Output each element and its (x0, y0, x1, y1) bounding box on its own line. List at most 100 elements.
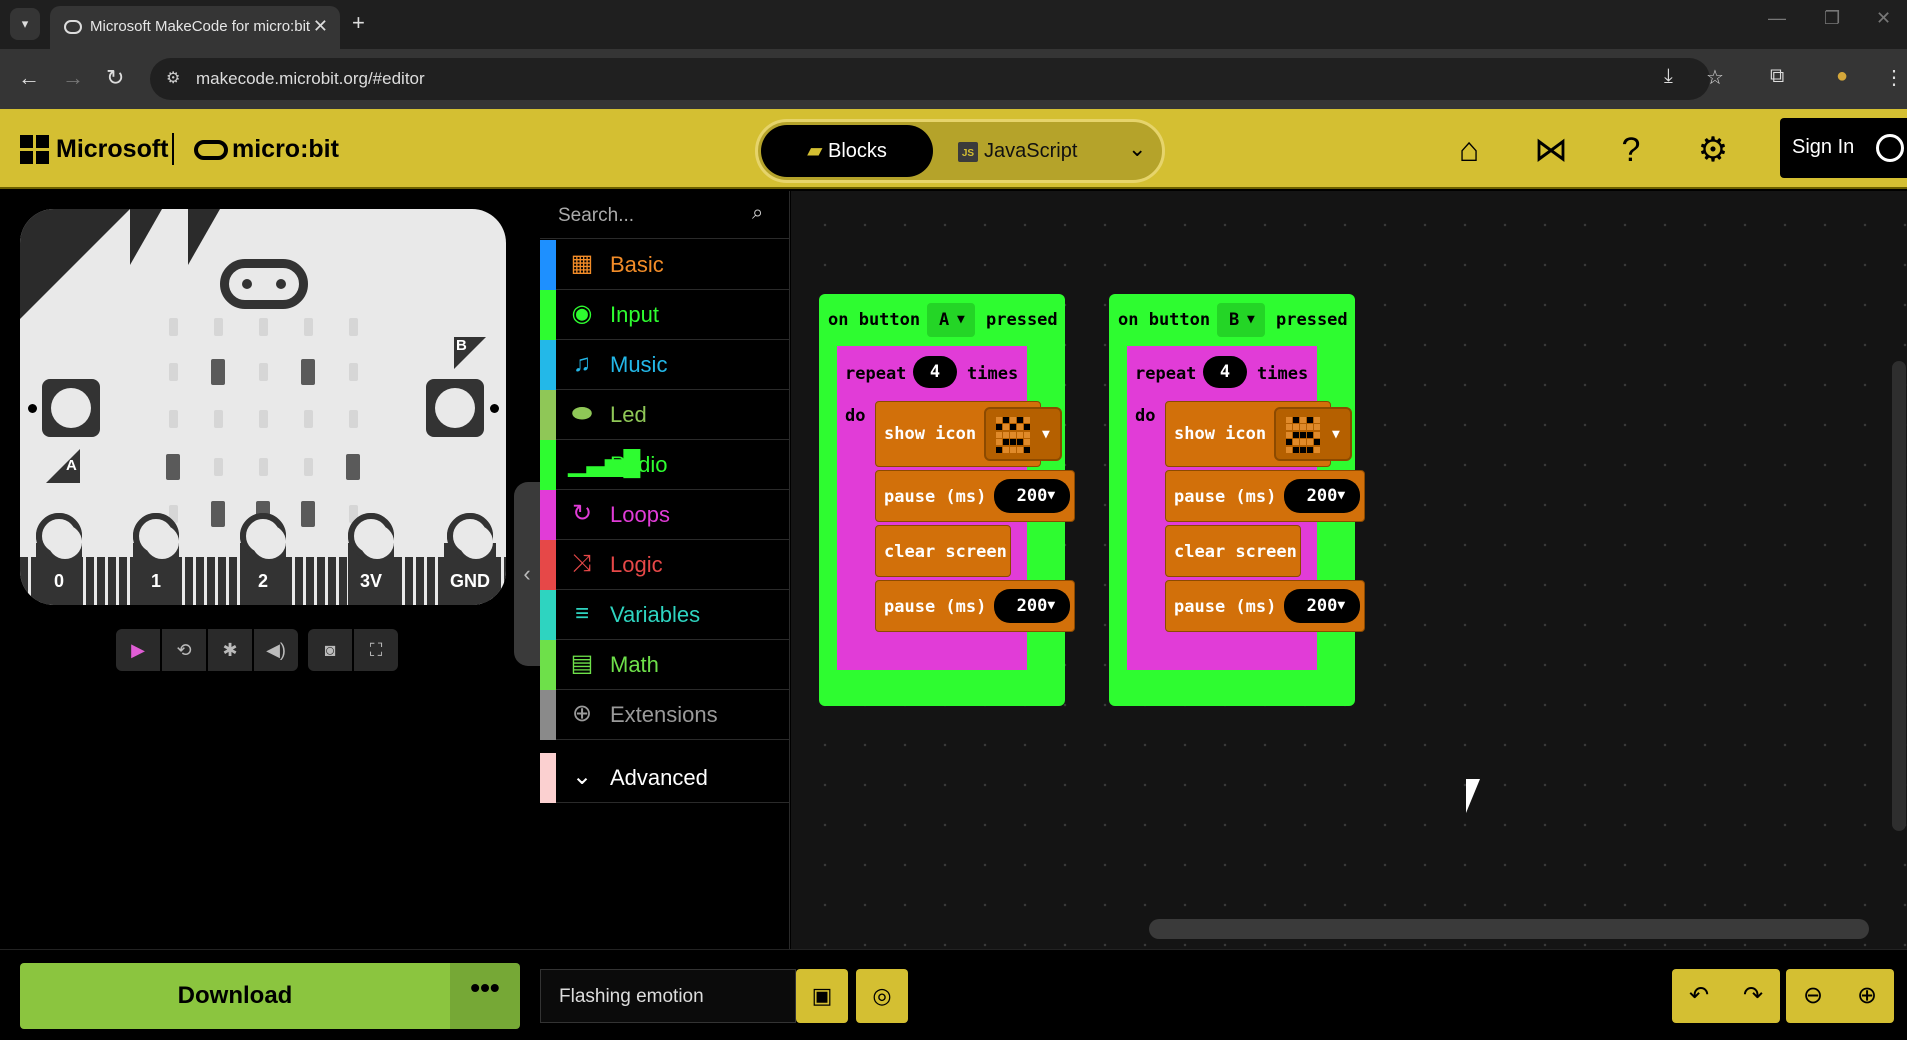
repeat-count-field[interactable]: 4 (1203, 356, 1247, 388)
settings-gear-icon[interactable]: ⚙ (1692, 129, 1734, 171)
project-name-field[interactable]: Flashing emotion (540, 969, 796, 1023)
close-window-icon[interactable]: ✕ (1876, 8, 1891, 29)
download-button[interactable]: Download (20, 963, 450, 1029)
category-variables[interactable]: ≡ Variables (540, 590, 790, 640)
extensions-icon[interactable]: ⧉ (1770, 65, 1784, 88)
restore-icon[interactable]: ❐ (1824, 8, 1840, 29)
close-tab-icon[interactable]: ✕ (313, 16, 328, 37)
show-icon-block[interactable]: show icon ▼ (875, 401, 1062, 467)
share-icon[interactable]: ⋈ (1530, 129, 1572, 171)
redo-icon[interactable]: ↷ (1726, 969, 1780, 1023)
button-a[interactable] (42, 379, 100, 437)
pause-value-dropdown[interactable]: 200 ▼ (1284, 589, 1360, 623)
category-input[interactable]: ◉ Input (540, 290, 790, 340)
reload-icon[interactable]: ↻ (106, 65, 124, 91)
zoom-in-icon[interactable]: ⊕ (1840, 969, 1894, 1023)
button-dropdown[interactable]: A ▼ (927, 303, 975, 337)
undo-icon[interactable]: ↶ (1672, 969, 1726, 1023)
restart-icon[interactable]: ⟲ (162, 629, 206, 671)
debug-bug-icon[interactable]: ✱ (208, 629, 252, 671)
pause-block[interactable]: pause (ms) 200 ▼ (875, 580, 1075, 632)
button-b[interactable] (426, 379, 484, 437)
on-button-event-block[interactable]: on button B ▼ pressed repeat 4 times do … (1109, 294, 1365, 706)
play-icon[interactable]: ▶ (116, 629, 160, 671)
sign-in-button[interactable]: Sign In (1780, 118, 1907, 178)
javascript-mode-button[interactable]: JS JavaScript (958, 125, 1077, 177)
microbit-logo-icon[interactable] (194, 140, 228, 160)
icon-picker[interactable]: ▼ (984, 407, 1062, 461)
microbit-simulator-board[interactable]: A B 0 1 2 3V GND (20, 209, 506, 605)
tab-search-button[interactable]: ▾ (10, 8, 40, 40)
screenshot-camera-icon[interactable]: ◙ (308, 629, 352, 671)
forward-icon[interactable]: → (62, 65, 84, 91)
search-input[interactable]: Search... (558, 205, 634, 227)
repeat-count-field[interactable]: 4 (913, 356, 957, 388)
microsoft-brand[interactable]: Microsoft (56, 135, 169, 164)
minimize-icon[interactable]: — (1768, 8, 1786, 29)
bookmark-star-icon[interactable]: ☆ (1706, 65, 1724, 90)
dropdown-arrow-icon: ▼ (1047, 598, 1056, 613)
mute-audio-icon[interactable]: ◀) (254, 629, 298, 671)
pause-block[interactable]: pause (ms) 200 ▼ (875, 470, 1075, 522)
browser-tab[interactable]: Microsoft MakeCode for micro:bit ✕ (50, 6, 340, 49)
download-more-button[interactable]: ••• (450, 963, 520, 1029)
browser-menu-icon[interactable]: ⋮ (1884, 65, 1904, 90)
pause-value-dropdown[interactable]: 200 ▼ (994, 589, 1070, 623)
pin-3v[interactable]: 3V (348, 513, 394, 605)
github-icon[interactable]: ◎ (856, 969, 908, 1023)
category-extensions[interactable]: ⊕ Extensions (540, 690, 790, 740)
horizontal-scrollbar[interactable] (1149, 919, 1869, 939)
pin-2[interactable]: 2 (240, 513, 286, 605)
vertical-scrollbar[interactable] (1892, 361, 1906, 831)
category-led[interactable]: ⬬ Led (540, 390, 790, 440)
profile-avatar-icon[interactable]: ● (1836, 65, 1848, 88)
fullscreen-icon[interactable]: ⛶ (354, 629, 398, 671)
install-app-icon[interactable]: ⤓ (1664, 65, 1673, 88)
button-dropdown[interactable]: B ▼ (1217, 303, 1265, 337)
dropdown-arrow-icon: ▼ (1247, 312, 1255, 327)
clear-screen-block[interactable]: clear screen (875, 525, 1011, 577)
blocks-mode-button[interactable]: ▰ Blocks (761, 125, 933, 177)
back-icon[interactable]: ← (18, 65, 40, 91)
event-suffix: pressed (986, 310, 1058, 330)
pause-block[interactable]: pause (ms) 200 ▼ (1165, 470, 1365, 522)
pause-value-dropdown[interactable]: 200 ▼ (994, 479, 1070, 513)
new-tab-icon[interactable]: + (352, 10, 365, 36)
tab-title: Microsoft MakeCode for micro:bit (90, 18, 311, 35)
language-dropdown-chevron-icon[interactable]: ⌄ (1128, 136, 1146, 162)
help-icon[interactable]: ? (1610, 129, 1652, 171)
microsoft-logo-icon[interactable] (20, 135, 49, 164)
touch-logo[interactable] (220, 259, 308, 309)
icon-picker[interactable]: ▼ (1274, 407, 1352, 461)
search-icon[interactable]: ⌕ (752, 202, 763, 225)
zoom-out-icon[interactable]: ⊖ (1786, 969, 1840, 1023)
category-math[interactable]: ▤ Math (540, 640, 790, 690)
category-basic[interactable]: ▦ Basic (540, 240, 790, 290)
pause-value-dropdown[interactable]: 200 ▼ (1284, 479, 1360, 513)
show-icon-block[interactable]: show icon ▼ (1165, 401, 1352, 467)
site-info-icon[interactable]: ⚙ (166, 68, 180, 88)
category-radio[interactable]: ▁▃▅█ Radio (540, 440, 790, 490)
category-logic[interactable]: ⤨ Logic (540, 540, 790, 590)
url-field[interactable]: ⚙ makecode.microbit.org/#editor (150, 58, 1710, 100)
pin-gnd[interactable]: GND (444, 513, 496, 605)
blocks-workspace[interactable]: on button A ▼ pressed repeat 4 times do … (791, 191, 1907, 949)
address-bar-row: ← → ↻ ⚙ makecode.microbit.org/#editor ⤓ … (0, 49, 1907, 109)
category-music[interactable]: ♫ Music (540, 340, 790, 390)
collapse-simulator-chevron-icon[interactable]: ‹ (514, 482, 540, 666)
repeat-label: repeat (1135, 364, 1197, 384)
category-loops[interactable]: ↻ Loops (540, 490, 790, 540)
pin-0[interactable]: 0 (36, 513, 82, 605)
pin-1[interactable]: 1 (133, 513, 179, 605)
home-icon[interactable]: ⌂ (1448, 129, 1490, 171)
save-disk-icon[interactable]: ▣ (796, 969, 848, 1023)
on-button-event-block[interactable]: on button A ▼ pressed repeat 4 times do … (819, 294, 1075, 706)
pause-block[interactable]: pause (ms) 200 ▼ (1165, 580, 1365, 632)
microbit-brand[interactable]: micro:bit (232, 135, 339, 164)
clear-screen-block[interactable]: clear screen (1165, 525, 1301, 577)
category-advanced[interactable]: ⌄ Advanced (540, 753, 790, 803)
plus-circle-icon: ⊕ (571, 700, 593, 727)
makecode-favicon-icon (64, 20, 82, 34)
toolbox-search[interactable]: Search... ⌕ (540, 191, 790, 239)
category-label: Radio (610, 452, 668, 477)
